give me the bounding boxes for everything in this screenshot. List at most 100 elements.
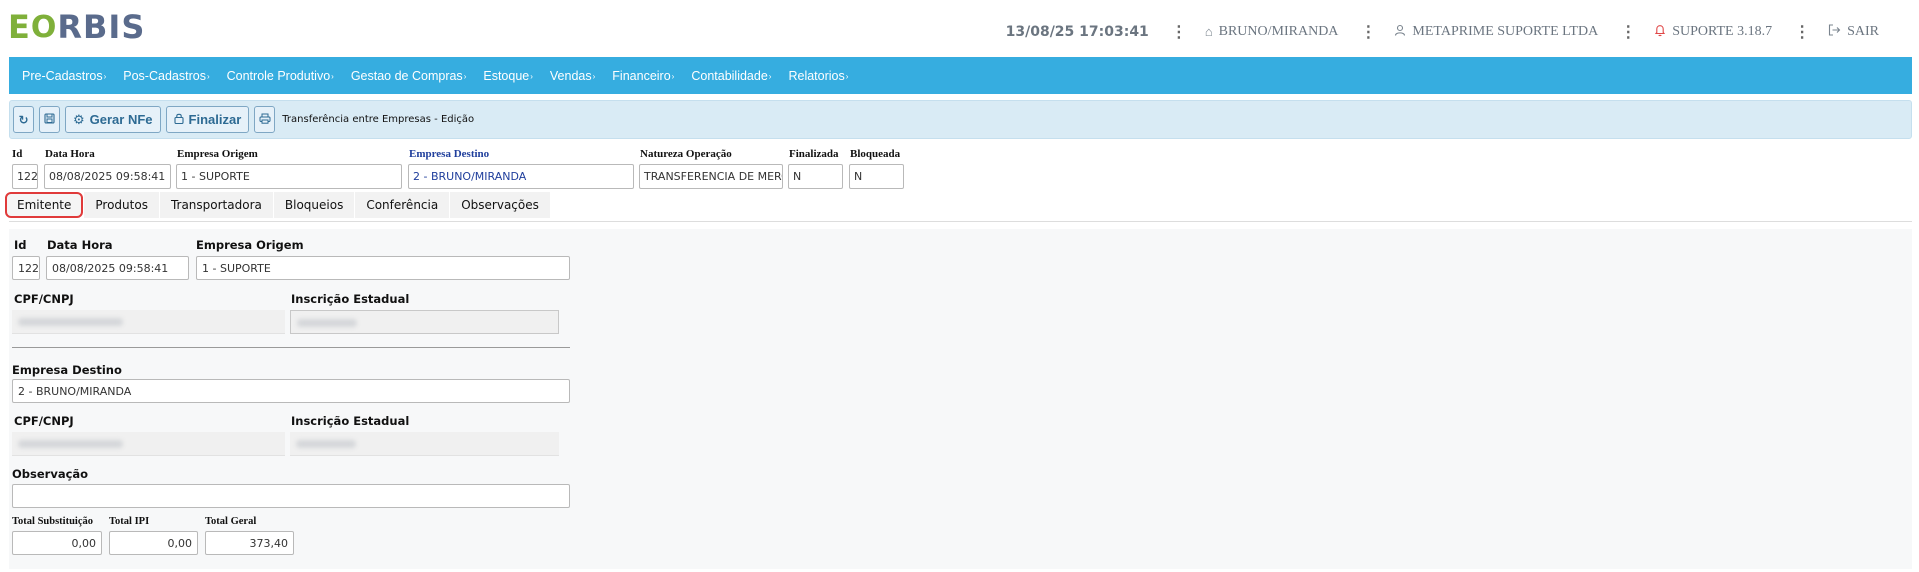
logo-letter-e: E: [8, 8, 31, 46]
label-empresa-origem: Empresa Origem: [177, 148, 258, 160]
destino-inscricao-field[interactable]: [290, 432, 559, 456]
chevron-right-icon: ›: [206, 71, 210, 81]
section-divider: [12, 347, 570, 348]
kebab-icon[interactable]: ⋮: [1171, 22, 1187, 42]
data-hora-field[interactable]: 08/08/2025 09:58:41: [44, 164, 171, 189]
nav-label: Vendas: [549, 68, 592, 83]
label-data-hora: Data Hora: [45, 148, 95, 160]
nav-item-gestao-compras[interactable]: Gestao de Compras›: [351, 69, 467, 83]
label-observacao: Observação: [12, 467, 89, 481]
orbis-logo[interactable]: E O RBIS: [8, 8, 146, 46]
nav-label: Gestao de Compras: [350, 68, 463, 83]
total-ipi-field[interactable]: 0,00: [109, 531, 198, 555]
lock-icon: [173, 112, 184, 127]
tab-emitente[interactable]: Emitente: [5, 192, 84, 218]
logo-text: RBIS: [57, 8, 146, 46]
label-id: Id: [12, 148, 23, 160]
label-bloqueada: Bloqueada: [850, 148, 901, 160]
kebab-icon[interactable]: ⋮: [1360, 22, 1376, 42]
destino-cpf-cnpj-field[interactable]: [12, 432, 285, 456]
gear-icon: ⚙: [73, 111, 85, 127]
tab-observacoes[interactable]: Observações: [450, 192, 550, 218]
nav-item-pos-cadastros[interactable]: Pos-Cadastros›: [123, 69, 209, 83]
natureza-operacao-field[interactable]: TRANSFERENCIA DE MERCADORIA: [639, 164, 783, 189]
breadcrumb: Transferência entre Empresas - Edição: [282, 114, 475, 125]
nav-item-pre-cadastros[interactable]: Pre-Cadastros›: [22, 69, 106, 83]
id-field[interactable]: 122: [12, 164, 38, 189]
label-empresa-destino: Empresa Destino: [12, 363, 122, 377]
chevron-right-icon: ›: [103, 71, 107, 81]
nav-item-controle-produtivo[interactable]: Controle Produtivo›: [227, 69, 334, 83]
origem-cpf-cnpj-field[interactable]: [12, 310, 285, 334]
label-total-ipi: Total IPI: [109, 516, 150, 527]
user-company[interactable]: METAPRIME SUPORTE LTDA: [1394, 24, 1598, 40]
logout-button[interactable]: SAIR: [1828, 24, 1879, 40]
redacted-value: [18, 440, 123, 448]
refresh-button[interactable]: ↻: [13, 106, 34, 133]
logo-letter-o: O: [30, 9, 58, 45]
origem-inscricao-field[interactable]: [290, 310, 559, 334]
finalizar-button[interactable]: Finalizar: [165, 106, 250, 133]
nav-label: Estoque: [483, 68, 530, 83]
save-icon: [44, 112, 55, 127]
user-company-label: METAPRIME SUPORTE LTDA: [1412, 24, 1599, 39]
bloqueada-field[interactable]: N: [849, 164, 904, 189]
emitente-id-field[interactable]: 122: [12, 256, 40, 280]
nav-label: Controle Produtivo: [226, 68, 331, 83]
nav-item-contabilidade[interactable]: Contabilidade›: [691, 69, 771, 83]
branch-selector[interactable]: ⌂ BRUNO/MIRANDA: [1205, 24, 1339, 40]
label-inscricao-estadual: Inscrição Estadual: [291, 414, 410, 428]
kebab-icon[interactable]: ⋮: [1794, 22, 1810, 42]
tab-divider: [9, 221, 1912, 222]
label-natureza-operacao: Natureza Operação: [640, 148, 732, 160]
toolbar: ↻ ⚙ Gerar NFe Finalizar Transferência en…: [9, 100, 1912, 139]
finalizar-label: Finalizar: [188, 112, 242, 127]
chevron-right-icon: ›: [530, 71, 533, 81]
version-label: SUPORTE 3.18.7: [1672, 24, 1773, 39]
save-button[interactable]: [39, 106, 60, 133]
nav-item-financeiro[interactable]: Financeiro›: [612, 69, 674, 83]
version-notifications[interactable]: SUPORTE 3.18.7: [1654, 24, 1772, 41]
emitente-empresa-origem-field[interactable]: 1 - SUPORTE: [196, 256, 570, 280]
redacted-value: [296, 440, 356, 448]
nav-item-vendas[interactable]: Vendas›: [550, 69, 595, 83]
nav-item-relatorios[interactable]: Relatorios›: [788, 69, 848, 83]
emitente-data-hora-field[interactable]: 08/08/2025 09:58:41: [46, 256, 189, 280]
tab-conferencia[interactable]: Conferência: [355, 192, 450, 218]
total-substituicao-field[interactable]: 0,00: [12, 531, 102, 555]
tab-bloqueios[interactable]: Bloqueios: [273, 192, 355, 218]
redacted-value: [297, 319, 357, 327]
nav-label: Pre-Cadastros: [22, 68, 103, 83]
chevron-right-icon: ›: [331, 71, 334, 81]
empresa-destino-field[interactable]: 2 - BRUNO/MIRANDA: [408, 164, 634, 189]
chevron-right-icon: ›: [463, 71, 467, 81]
home-icon: ⌂: [1204, 24, 1213, 39]
observacao-field[interactable]: [12, 484, 570, 508]
tab-transportadora[interactable]: Transportadora: [159, 192, 273, 218]
total-geral-field[interactable]: 373,40: [205, 531, 294, 555]
logout-label: SAIR: [1847, 24, 1879, 39]
empresa-origem-field[interactable]: 1 - SUPORTE: [176, 164, 402, 189]
tab-bar: Emitente Produtos Transportadora Bloquei…: [5, 192, 551, 218]
emitente-empresa-destino-field[interactable]: 2 - BRUNO/MIRANDA: [12, 379, 570, 403]
nav-label: Relatorios: [788, 68, 845, 83]
user-icon: [1394, 24, 1406, 40]
label-empresa-destino: Empresa Destino: [409, 148, 490, 160]
chevron-right-icon: ›: [592, 71, 596, 81]
label-cpf-cnpj: CPF/CNPJ: [14, 414, 74, 428]
kebab-icon[interactable]: ⋮: [1620, 22, 1636, 42]
finalizada-field[interactable]: N: [788, 164, 843, 189]
print-button[interactable]: [254, 106, 276, 133]
logout-icon: [1828, 24, 1841, 40]
main-nav: Pre-Cadastros› Pos-Cadastros› Controle P…: [9, 57, 1912, 94]
gerar-nfe-label: Gerar NFe: [89, 112, 153, 127]
label-empresa-origem: Empresa Origem: [196, 238, 304, 252]
gerar-nfe-button[interactable]: ⚙ Gerar NFe: [65, 106, 161, 133]
top-info: 13/08/25 17:03:41 ⋮ ⌂ BRUNO/MIRANDA ⋮ ME…: [1006, 22, 1879, 42]
tab-produtos[interactable]: Produtos: [84, 192, 159, 218]
label-total-geral: Total Geral: [205, 516, 257, 527]
label-id: Id: [14, 238, 27, 252]
print-icon: [259, 113, 271, 127]
nav-item-estoque[interactable]: Estoque›: [483, 69, 533, 83]
redacted-value: [18, 318, 123, 326]
